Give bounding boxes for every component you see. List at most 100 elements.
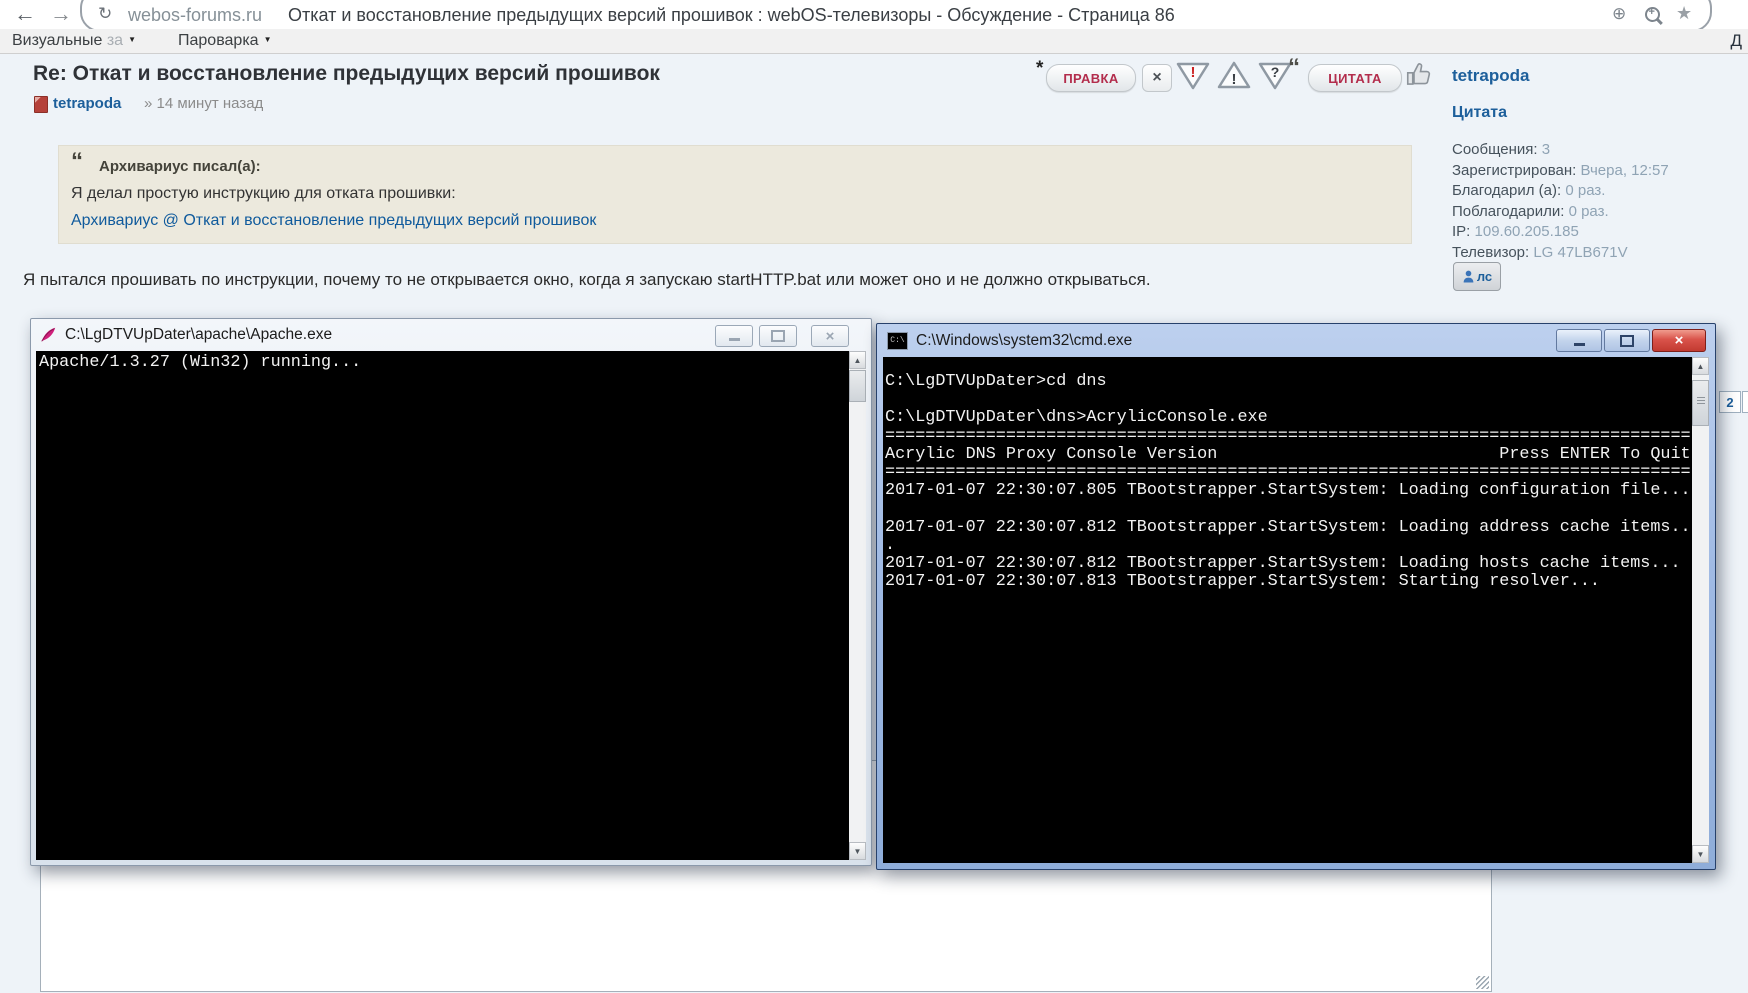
thumbs-up-icon[interactable] [1404, 58, 1434, 90]
bookmark-label: Визуальные [12, 32, 102, 49]
meta-separator: » [144, 95, 152, 112]
console-line [885, 391, 1709, 409]
quote-source-link[interactable]: Архивариус @ Откат и восстановление пред… [71, 212, 596, 230]
scroll-down-button[interactable]: ▼ [1692, 845, 1709, 863]
question-icon[interactable]: ? [1258, 61, 1292, 90]
scroll-up-button[interactable]: ▲ [1692, 357, 1709, 375]
cmd-console-window[interactable]: C:\ C:\Windows\system32\cmd.exe × C:\LgD… [876, 323, 1716, 870]
back-icon[interactable]: ← [14, 1, 36, 27]
thumb-grip [1697, 397, 1705, 398]
chevron-down-icon: ▼ [264, 35, 272, 44]
scroll-up-button[interactable]: ▲ [849, 351, 866, 369]
bookmarks-bar: Визуальные за▼ Пароварка▼ Д [0, 29, 1748, 54]
scroll-thumb[interactable] [849, 370, 866, 402]
stat-row: Зарегистрирован: Вчера, 12:57 [1452, 161, 1669, 182]
reload-icon[interactable]: ↻ [98, 4, 112, 24]
maximize-glyph [771, 330, 785, 342]
console-line: Acrylic DNS Proxy Console Version Press … [885, 446, 1709, 464]
delete-post-button[interactable]: × [1142, 64, 1172, 92]
bookmark-item-parovarka[interactable]: Пароварка▼ [178, 32, 271, 50]
report-icon[interactable]: ! [1176, 61, 1210, 90]
stat-label: Сообщения: [1452, 141, 1538, 158]
console-line [885, 500, 1709, 518]
pm-label: лс [1477, 269, 1492, 284]
post-time: » 14 минут назад [144, 95, 263, 112]
console-scrollbar[interactable]: ▲ ▼ [1692, 357, 1709, 863]
quote-marks-glyph: “ [1288, 54, 1300, 82]
sidebar-username-link[interactable]: tetrapoda [1452, 66, 1529, 86]
apache-window-title: C:\LgDTVUpDater\apache\Apache.exe [65, 326, 332, 344]
pagination-page-button[interactable]: 2 [1719, 391, 1741, 413]
apache-console-window[interactable]: C:\LgDTVUpDater\apache\Apache.exe × Apac… [30, 318, 872, 866]
edit-button[interactable]: ПРАВКА [1046, 64, 1136, 92]
close-glyph: × [1675, 332, 1684, 349]
stat-row: Телевизор: LG 47LB671V [1452, 243, 1669, 264]
stat-value: 3 [1542, 141, 1550, 158]
person-icon [1462, 270, 1475, 283]
cmd-console-output[interactable]: C:\LgDTVUpDater>cd dns C:\LgDTVUpDater\d… [883, 357, 1709, 863]
stat-row: Поблагодарили: 0 раз. [1452, 202, 1669, 223]
resize-grip-icon[interactable] [1476, 976, 1489, 989]
author-link[interactable]: tetrapoda [53, 95, 121, 112]
chevron-down-icon: ▼ [128, 35, 136, 44]
close-button[interactable]: × [1652, 329, 1706, 352]
console-line: 2017-01-07 22:30:07.805 TBootstrapper.St… [885, 482, 1709, 500]
scroll-down-button[interactable]: ▼ [849, 842, 866, 860]
console-line: C:\LgDTVUpDater>cd dns [885, 373, 1709, 391]
post-page-icon[interactable] [34, 96, 48, 113]
console-line: 2017-01-07 22:30:07.812 TBootstrapper.St… [885, 519, 1709, 537]
scroll-thumb[interactable] [1692, 380, 1709, 426]
post-body-text: Я пытался прошивать по инструкции, почем… [23, 270, 1423, 290]
report-excl-glyph: ! [1191, 64, 1196, 81]
stat-label: IP: [1452, 223, 1470, 240]
cmd-window-titlebar[interactable]: C:\ C:\Windows\system32\cmd.exe × [877, 324, 1715, 357]
console-line: Apache/1.3.27 (Win32) running... [39, 354, 866, 372]
close-button[interactable]: × [811, 325, 849, 347]
bookmark-item-visual[interactable]: Визуальные за▼ [12, 32, 136, 50]
console-scrollbar[interactable]: ▲ ▼ [849, 351, 866, 860]
maximize-button[interactable] [759, 325, 797, 347]
console-line: 2017-01-07 22:30:07.812 TBootstrapper.St… [885, 555, 1709, 573]
zoom-plus-glyph: + [1649, 6, 1655, 18]
apache-window-titlebar[interactable]: C:\LgDTVUpDater\apache\Apache.exe × [31, 319, 871, 351]
sidebar-quote-link[interactable]: Цитата [1452, 104, 1507, 122]
pagination-page-button[interactable]: 8 [1742, 391, 1748, 413]
bookmarks-overflow[interactable]: Д [1730, 31, 1742, 51]
zoom-icon[interactable]: + [1645, 7, 1660, 22]
apache-feather-icon [39, 326, 57, 344]
browser-toolbar: ← → ↻ webos-forums.ru Откат и восстановл… [0, 0, 1748, 29]
console-line: 2017-01-07 22:30:07.813 TBootstrapper.St… [885, 573, 1709, 591]
maximize-button[interactable] [1604, 329, 1650, 352]
post-title: Re: Откат и восстановление предыдущих ве… [33, 62, 660, 86]
stat-value: 109.60.205.185 [1475, 223, 1579, 240]
cmd-icon: C:\ [887, 332, 908, 350]
sidebar-user-stats: Сообщения: 3 Зарегистрирован: Вчера, 12:… [1452, 140, 1669, 263]
stat-value: 0 раз. [1565, 182, 1605, 199]
console-text: C:\LgDTVUpDater>cd dns C:\LgDTVUpDater\d… [883, 357, 1709, 591]
bookmark-star-icon[interactable]: ★ [1676, 3, 1692, 24]
apache-console-output[interactable]: Apache/1.3.27 (Win32) running... ▲ ▼ [36, 351, 866, 860]
minimize-button[interactable] [715, 325, 753, 347]
globe-icon[interactable]: ⊕ [1612, 4, 1626, 24]
window-controls: × [1554, 329, 1706, 352]
private-message-button[interactable]: лс [1453, 262, 1501, 291]
warn-excl-glyph: ! [1232, 71, 1237, 88]
console-line: ========================================… [885, 428, 1709, 446]
quote-header: Архивариус писал(а): [99, 158, 261, 175]
stat-value: 0 раз. [1569, 203, 1609, 220]
close-glyph: × [826, 328, 835, 345]
page-title-text: Откат и восстановление предыдущих версий… [288, 5, 1175, 26]
forward-icon[interactable]: → [50, 1, 72, 27]
screen: ← → ↻ webos-forums.ru Откат и восстановл… [0, 0, 1748, 993]
stat-value: Вчера, 12:57 [1580, 162, 1668, 179]
question-glyph: ? [1271, 64, 1280, 80]
minimize-glyph [1574, 343, 1585, 346]
quote-block: “ Архивариус писал(а): Я делал простую и… [58, 145, 1412, 244]
quote-text: Я делал простую инструкцию для отката пр… [71, 185, 456, 203]
cmd-window-title: C:\Windows\system32\cmd.exe [916, 332, 1132, 350]
minimize-glyph [729, 338, 740, 341]
minimize-button[interactable] [1556, 329, 1602, 352]
warn-icon[interactable]: ! [1217, 61, 1251, 90]
console-line: C:\LgDTVUpDater\dns>AcrylicConsole.exe [885, 409, 1709, 427]
quote-button[interactable]: ЦИТАТА [1308, 64, 1402, 92]
